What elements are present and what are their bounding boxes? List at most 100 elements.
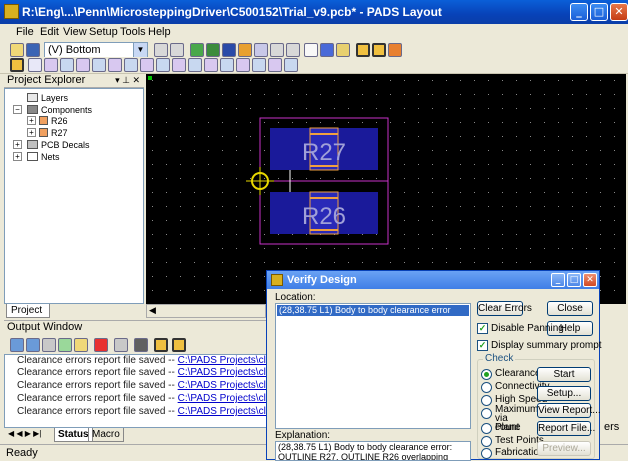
tree-item-r27[interactable]: R27 — [39, 127, 68, 138]
swap-gates-icon[interactable] — [124, 58, 138, 72]
tree-item-layers[interactable]: Layers — [27, 92, 68, 103]
high-speed-radio[interactable] — [481, 395, 492, 406]
part-icon — [39, 128, 48, 137]
verify-icon[interactable] — [388, 43, 402, 57]
design-icon[interactable] — [206, 43, 220, 57]
filter-icon[interactable] — [320, 43, 334, 57]
teardrop-icon[interactable] — [284, 58, 298, 72]
sketch-icon[interactable] — [220, 58, 234, 72]
eco-icon[interactable] — [254, 43, 268, 57]
log-link[interactable]: C:\PADS Projects\clear.lst — [178, 393, 267, 404]
scroll-left-icon[interactable]: ◀ — [149, 305, 156, 316]
canvas-hscrollbar[interactable]: ◀ — [146, 304, 266, 318]
back-icon[interactable] — [10, 338, 24, 352]
close-button[interactable]: ✕ — [610, 3, 628, 21]
spread-icon[interactable] — [76, 58, 90, 72]
find-icon[interactable] — [134, 338, 148, 352]
stop-icon[interactable] — [42, 338, 56, 352]
pin-mode-icon[interactable] — [372, 43, 386, 57]
pencil-icon[interactable] — [154, 338, 168, 352]
display-summary-checkbox[interactable]: ✓ — [477, 340, 488, 351]
plane-radio[interactable] — [481, 423, 492, 434]
undo-icon[interactable] — [270, 43, 284, 57]
tab-macro[interactable]: Macro — [88, 428, 124, 442]
cluster-icon[interactable] — [252, 58, 266, 72]
menu-edit[interactable]: Edit — [40, 26, 59, 38]
maximize-button[interactable]: □ — [590, 3, 608, 21]
test-points-radio[interactable] — [481, 436, 492, 447]
clearance-radio[interactable] — [481, 369, 492, 380]
refresh-icon[interactable] — [58, 338, 72, 352]
tree-item-nets[interactable]: Nets — [27, 151, 60, 162]
auto-route-icon[interactable] — [204, 58, 218, 72]
save-icon[interactable] — [26, 43, 40, 57]
max-via-count-radio[interactable] — [481, 408, 492, 419]
move-icon[interactable] — [28, 58, 42, 72]
dialog-maximize-button[interactable]: □ — [567, 273, 581, 287]
tree-item-pcb-decals[interactable]: PCB Decals — [27, 139, 90, 150]
dialog-minimize-button[interactable]: _ — [551, 273, 565, 287]
columns-icon[interactable] — [172, 338, 186, 352]
menu-help[interactable]: Help — [148, 26, 171, 38]
open-icon[interactable] — [10, 43, 24, 57]
tab-project[interactable]: Project — [6, 304, 50, 318]
swap-pins-icon[interactable] — [108, 58, 122, 72]
menu-view[interactable]: View — [63, 26, 87, 38]
expand-icon[interactable]: + — [13, 152, 22, 161]
home-icon[interactable] — [74, 338, 88, 352]
menu-setup[interactable]: Setup — [89, 26, 118, 38]
tree-item-r26[interactable]: R26 — [39, 115, 68, 126]
close-dialog-button[interactable]: Close — [547, 301, 593, 316]
redraw-icon[interactable] — [170, 43, 184, 57]
tune-icon[interactable] — [236, 58, 250, 72]
zoom-icon[interactable] — [304, 43, 318, 57]
dimension-icon[interactable] — [238, 43, 252, 57]
layer-select[interactable]: (V) Bottom ▼ — [44, 42, 148, 58]
forward-icon[interactable] — [26, 338, 40, 352]
log-link[interactable]: C:\PADS Projects\clear.lst — [178, 367, 267, 378]
clear-errors-button[interactable]: Clear Errors — [477, 301, 532, 316]
select-mode-icon[interactable] — [356, 43, 370, 57]
cut-icon[interactable] — [154, 43, 168, 57]
delete-icon[interactable] — [94, 338, 108, 352]
report-file-button[interactable]: Report File... — [537, 421, 595, 436]
print-icon[interactable] — [114, 338, 128, 352]
expand-icon[interactable]: + — [27, 116, 36, 125]
dialog-close-button[interactable]: ✕ — [583, 273, 597, 287]
collapse-icon[interactable]: − — [13, 105, 22, 114]
log-link[interactable]: C:\PADS Projects\clear.lst — [178, 406, 267, 417]
add-via-icon[interactable] — [60, 58, 74, 72]
route-icon[interactable] — [190, 43, 204, 57]
tab-nav-icons[interactable]: ◀ ◀ ▶ ▶| — [8, 429, 41, 438]
log-text: Clearance errors report file saved -- — [17, 367, 178, 378]
connectivity-radio[interactable] — [481, 382, 492, 393]
add-route-icon[interactable] — [44, 58, 58, 72]
length-icon[interactable] — [140, 58, 154, 72]
drafting-icon[interactable] — [222, 43, 236, 57]
redo-icon[interactable] — [286, 43, 300, 57]
minimize-button[interactable]: _ — [570, 3, 588, 21]
stretch-icon[interactable] — [156, 58, 170, 72]
wand-icon[interactable] — [336, 43, 350, 57]
expand-icon[interactable]: + — [27, 128, 36, 137]
menu-tools[interactable]: Tools — [120, 26, 146, 38]
error-list[interactable]: (28,38.75 L1) Body to body clearance err… — [275, 303, 471, 429]
start-button[interactable]: Start — [537, 367, 591, 382]
radial-move-icon[interactable] — [92, 58, 106, 72]
select-arrow-icon[interactable] — [10, 58, 24, 72]
view-report-button[interactable]: View Report... — [537, 403, 601, 418]
disable-panning-checkbox[interactable]: ✓ — [477, 323, 488, 334]
log-link[interactable]: C:\PADS Projects\clear.lst — [178, 380, 267, 391]
expand-icon[interactable]: + — [13, 140, 22, 149]
fabrication-radio[interactable] — [481, 448, 492, 459]
tab-status[interactable]: Status — [54, 428, 93, 442]
error-list-item[interactable]: (28,38.75 L1) Body to body clearance err… — [277, 305, 469, 316]
setup-button[interactable]: Setup... — [537, 386, 591, 401]
tree-item-components[interactable]: Components — [27, 104, 92, 115]
test-point-icon[interactable] — [268, 58, 282, 72]
log-link[interactable]: C:\PADS Projects\clear.lst — [178, 355, 267, 366]
split-icon[interactable] — [172, 58, 186, 72]
bus-icon[interactable] — [188, 58, 202, 72]
panel-close-icon[interactable]: ▾ ⊥ ✕ — [115, 74, 140, 87]
menu-file[interactable]: File — [16, 26, 34, 38]
